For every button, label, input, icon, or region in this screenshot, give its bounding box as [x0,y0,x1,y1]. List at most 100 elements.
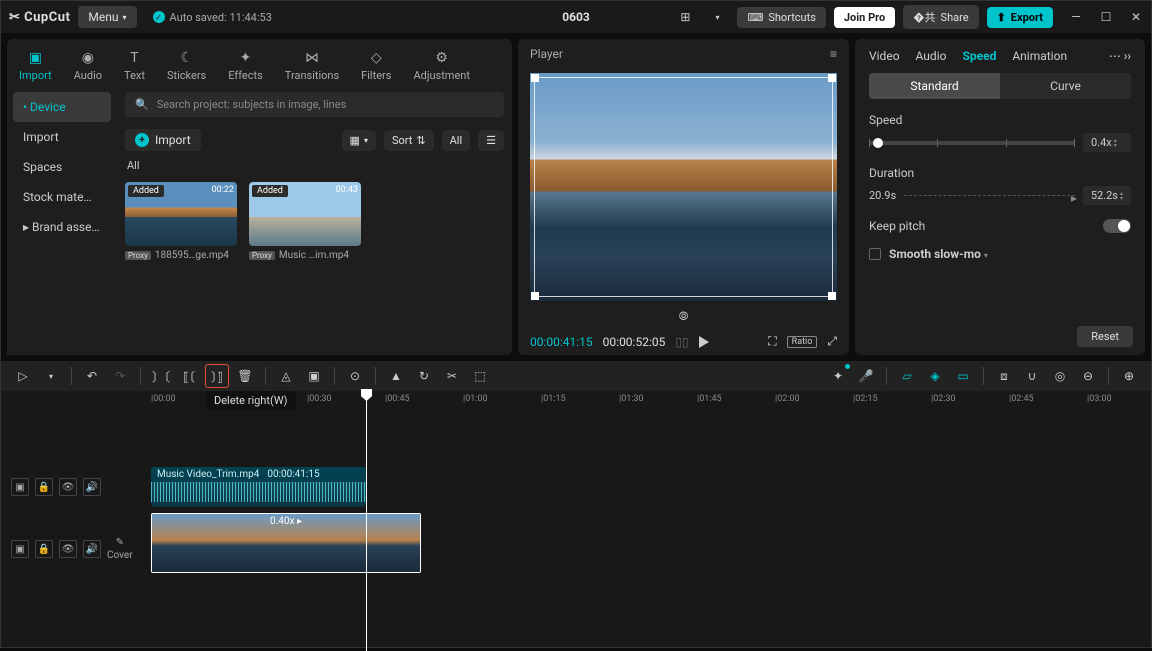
audio-clip[interactable]: Music Video_Trim.mp400:00:41:15 [151,467,366,507]
document-title[interactable]: 0603 [562,10,590,24]
media-tab-transitions[interactable]: ⋈Transitions [283,45,341,86]
close-button[interactable]: ✕ [1129,10,1143,24]
minimize-button[interactable]: — [1069,10,1083,24]
select-dropdown[interactable]: ▾ [39,364,63,388]
props-tab-video[interactable]: Video [869,49,900,63]
timeline-ruler[interactable]: |00:00|00:15|00:30|00:45|01:00|01:15|01:… [151,391,1151,411]
join-pro-button[interactable]: Join Pro [834,7,895,28]
redo-button[interactable]: ↷ [108,364,132,388]
ratio-button[interactable]: Ratio [787,336,818,348]
ai-tool-2[interactable]: ◈ [923,364,947,388]
delete-right-tool[interactable]: 〕⟧ Delete right(W) [205,364,229,388]
side-item-import[interactable]: Import [13,122,111,152]
filters-icon: ◇ [367,49,385,67]
props-tab-speed[interactable]: Speed [962,49,996,63]
props-tab-animation[interactable]: Animation [1012,49,1067,63]
side-item-spaces[interactable]: Spaces [13,152,111,182]
ai-tool-3[interactable]: ▭ [951,364,975,388]
track-collapse-icon[interactable]: ▣ [11,478,29,496]
delete-tool[interactable]: 🗑 [233,364,257,388]
side-item-stock-mate-[interactable]: Stock mate… [13,182,111,212]
track-lock-icon[interactable]: 🔒 [35,478,53,496]
maximize-button[interactable]: ☐ [1099,10,1113,24]
pro-tool[interactable]: ⬚ [468,364,492,388]
track-collapse-icon-2[interactable]: ▣ [11,540,29,558]
record-tool[interactable]: ⊙ [343,364,367,388]
playhead[interactable] [366,391,367,651]
track-lock-icon-2[interactable]: 🔒 [35,540,53,558]
keep-pitch-label: Keep pitch [869,219,925,233]
track-mute-icon-2[interactable]: 🔊 [83,540,101,558]
shortcuts-button[interactable]: ⌨Shortcuts [737,7,825,28]
seg-standard[interactable]: Standard [869,73,1000,99]
track-visible-icon[interactable]: 👁 [59,478,77,496]
duration-label: Duration [869,166,1131,180]
speed-value[interactable]: 0.4x▴▾ [1083,133,1131,152]
duration-from: 20.9s [869,189,896,202]
smooth-checkbox[interactable] [869,248,881,260]
play-button[interactable] [699,336,709,348]
snapshot-icon[interactable]: ⦾ [679,309,689,324]
lock-tool[interactable]: ◎ [1048,364,1072,388]
export-button[interactable]: ⬆Export [987,7,1053,28]
layout-icon[interactable]: ⊞ [673,5,697,29]
track-mute-icon[interactable]: 🔊 [83,478,101,496]
focus-icon[interactable]: ⛶ [768,334,776,349]
link-tool[interactable]: ⧈ [992,364,1016,388]
view-mode-button[interactable]: ▦ ▾ [342,130,376,151]
magic-tool[interactable]: ✦ [826,364,850,388]
split-tool[interactable]: 〕〔 [149,364,173,388]
upload-icon: ⬆ [997,11,1006,24]
fullscreen-icon[interactable]: ⤢ [827,334,837,349]
select-tool[interactable]: ▷ [11,364,35,388]
player-menu-icon[interactable]: ≡ [830,47,837,61]
mic-tool[interactable]: 🎤 [854,364,878,388]
tooltip: Delete right(W) [206,391,296,410]
duration-value[interactable]: 52.2s▴▾ [1083,186,1131,205]
delete-left-tool[interactable]: ⟦〔 [177,364,201,388]
zoom-fit-tool[interactable]: ⊕ [1117,364,1141,388]
mirror-tool[interactable]: ▲ [384,364,408,388]
undo-button[interactable]: ↶ [80,364,104,388]
filter-options-button[interactable]: ☰ [478,130,504,151]
sort-button[interactable]: Sort ⇅ [384,130,434,151]
props-more-icon[interactable]: ⋯ ›› [1109,49,1131,63]
props-tab-audio[interactable]: Audio [916,49,947,63]
share-button[interactable]: �共Share [903,5,978,29]
magnet-tool[interactable]: ∪ [1020,364,1044,388]
side-item-brand-assets[interactable]: ▸ Brand assets [13,212,111,242]
track-visible-icon-2[interactable]: 👁 [59,540,77,558]
media-tab-filters[interactable]: ◇Filters [359,45,393,86]
media-clip[interactable]: Added00:22Proxy188595…ge.mp4 [125,182,237,261]
media-tab-audio[interactable]: ◉Audio [72,45,104,86]
media-tab-text[interactable]: TText [122,45,147,86]
frame-back-icon[interactable]: ▯▯ [675,335,688,349]
marker-tool[interactable]: ◬ [274,364,298,388]
transitions-icon: ⋈ [303,49,321,67]
adjustment-icon: ⚙ [433,49,451,67]
media-tab-import[interactable]: ▣Import [17,45,54,86]
reset-button[interactable]: Reset [1077,326,1133,347]
media-tab-effects[interactable]: ✦Effects [226,45,265,86]
video-clip[interactable]: 0.40x ▸ [151,513,421,573]
media-tab-adjustment[interactable]: ⚙Adjustment [411,45,472,86]
filter-all-button[interactable]: All [442,130,471,151]
all-label: All [125,157,504,174]
media-clip[interactable]: Added00:43ProxyMusic …im.mp4 [249,182,361,261]
rotate-tool[interactable]: ↻ [412,364,436,388]
group-tool[interactable]: ▣ [302,364,326,388]
import-button[interactable]: +Import [125,129,201,151]
speed-slider[interactable] [869,141,1075,145]
cover-button[interactable]: ✎Cover [107,537,133,561]
ai-tool-1[interactable]: ▱ [895,364,919,388]
layout-dropdown[interactable]: ▾ [705,5,729,29]
search-input[interactable]: 🔍Search project: subjects in image, line… [125,92,504,117]
timer-tool[interactable]: ⊖ [1076,364,1100,388]
keep-pitch-toggle[interactable] [1103,219,1131,233]
media-tab-stickers[interactable]: ☾Stickers [165,45,208,86]
menu-button[interactable]: Menu▾ [78,6,136,28]
side-item-device[interactable]: • Device [13,92,111,122]
player-viewport[interactable] [530,73,837,301]
seg-curve[interactable]: Curve [1000,73,1131,99]
crop-tool[interactable]: ✂ [440,364,464,388]
